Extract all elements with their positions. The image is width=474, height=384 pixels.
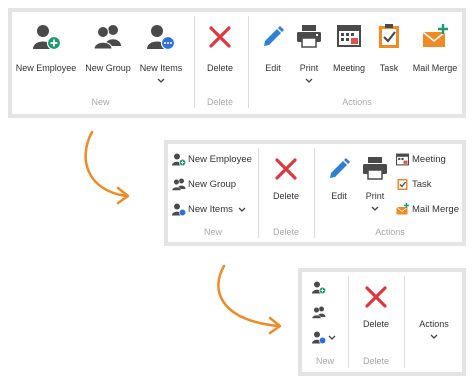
chevron-down-icon: [328, 335, 336, 341]
chevron-down-icon: [238, 207, 246, 213]
new-group-button[interactable]: New Group: [172, 177, 252, 193]
chevron-down-icon: [371, 206, 379, 212]
separator: [194, 16, 195, 108]
new-group-label: New Group: [188, 179, 237, 190]
person-add-icon: [33, 24, 61, 50]
delete-x-icon: [275, 158, 297, 180]
new-employee-button[interactable]: New Employee: [172, 152, 252, 168]
edit-button[interactable]: Edit: [256, 20, 290, 85]
chevron-down-icon: [157, 78, 165, 84]
separator: [348, 276, 349, 368]
clipboard-check-icon: [397, 177, 408, 191]
group-label-delete: Delete: [362, 356, 389, 366]
delete-label: Delete: [362, 319, 389, 329]
ribbon-medium: New Employee New Group New Items New Del…: [164, 140, 466, 246]
separator: [404, 276, 405, 368]
printer-icon: [296, 24, 322, 48]
actions-dropdown-button[interactable]: Actions: [408, 314, 460, 344]
new-group-button[interactable]: [312, 305, 330, 321]
meeting-button[interactable]: Meeting: [396, 152, 462, 168]
person-items-icon: [172, 203, 186, 216]
edit-button[interactable]: Edit: [322, 154, 356, 204]
pencil-icon: [327, 156, 351, 180]
task-label: Task: [379, 63, 399, 73]
person-add-icon: [312, 281, 326, 294]
delete-x-icon: [365, 286, 387, 308]
new-employee-button[interactable]: [312, 280, 330, 296]
curved-arrow-icon: [208, 262, 290, 338]
group-label-new: New: [203, 227, 222, 237]
chevron-down-icon: [430, 334, 438, 340]
ribbon-small: New Delete Delete Actions: [298, 268, 466, 376]
meeting-label: Meeting: [332, 63, 366, 73]
calendar-icon: [396, 153, 409, 166]
group-label-actions: Actions: [375, 227, 405, 237]
delete-label: Delete: [206, 63, 233, 73]
new-employee-button[interactable]: New Employee: [13, 20, 79, 85]
clipboard-check-icon: [378, 23, 400, 49]
mail-merge-label: Mail Merge: [412, 204, 459, 215]
delete-button[interactable]: Delete: [264, 154, 308, 204]
new-employee-label: New Employee: [188, 154, 252, 165]
actions-label: Actions: [419, 319, 449, 329]
edit-label: Edit: [331, 191, 347, 201]
pencil-icon: [261, 24, 285, 48]
mail-merge-button[interactable]: Mail Merge: [408, 20, 462, 85]
print-label: Print: [365, 191, 385, 201]
calendar-icon: [337, 24, 361, 48]
print-button[interactable]: Print: [292, 20, 326, 90]
new-group-label: New Group: [85, 63, 131, 73]
task-label: Task: [412, 179, 432, 190]
new-items-button[interactable]: New Items: [136, 20, 186, 90]
group-label-new: New: [91, 97, 110, 107]
new-items-button[interactable]: New Items: [172, 202, 252, 218]
separator: [248, 16, 249, 108]
group-label-delete: Delete: [206, 97, 233, 107]
group-icon: [312, 306, 326, 319]
delete-button[interactable]: Delete: [200, 20, 240, 85]
group-label-delete: Delete: [272, 227, 299, 237]
new-group-button[interactable]: New Group: [82, 20, 134, 85]
group-icon: [172, 178, 186, 191]
envelope-add-icon: [422, 23, 450, 49]
delete-x-icon: [209, 26, 231, 48]
new-items-button[interactable]: [312, 330, 338, 346]
print-label: Print: [299, 63, 319, 73]
separator: [314, 148, 315, 238]
new-items-label: New Items: [139, 63, 183, 73]
person-add-icon: [172, 153, 186, 166]
curved-arrow-icon: [78, 128, 150, 208]
new-items-label: New Items: [188, 204, 233, 215]
meeting-button[interactable]: Meeting: [328, 20, 370, 85]
new-employee-label: New Employee: [15, 63, 77, 73]
task-button[interactable]: Task: [372, 20, 406, 85]
person-items-icon: [147, 24, 175, 50]
print-button[interactable]: Print: [358, 154, 392, 216]
edit-label: Edit: [265, 63, 281, 73]
separator: [258, 148, 259, 238]
mail-merge-button[interactable]: Mail Merge: [396, 202, 462, 218]
meeting-label: Meeting: [412, 154, 446, 165]
envelope-add-icon: [396, 202, 410, 216]
group-icon: [94, 24, 122, 50]
chevron-down-icon: [305, 78, 313, 84]
task-button[interactable]: Task: [396, 177, 462, 193]
ribbon-full: New Employee New Group New Items New Del…: [8, 8, 466, 118]
delete-label: Delete: [272, 191, 299, 201]
mail-merge-label: Mail Merge: [412, 63, 458, 73]
printer-icon: [362, 156, 388, 180]
delete-button[interactable]: Delete: [354, 282, 398, 332]
group-label-actions: Actions: [342, 97, 372, 107]
group-label-new: New: [315, 356, 334, 366]
person-items-icon: [312, 331, 326, 344]
